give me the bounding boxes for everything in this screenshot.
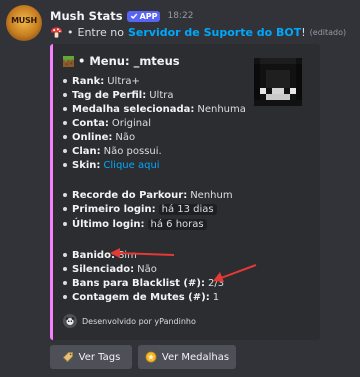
message-header: Mush Stats APP 18:22 <box>50 8 193 24</box>
line-key: Banido <box>72 249 111 261</box>
line-rank: Rank: Ultra+ <box>63 74 140 88</box>
line-value: Ultra+ <box>107 75 140 87</box>
bullet <box>63 222 67 226</box>
line-key: Silenciado <box>72 263 131 275</box>
bullet <box>63 121 67 125</box>
line-value: Não possui. <box>103 145 162 157</box>
line-key: Medalha selecionada <box>72 103 191 115</box>
mushroom-icon <box>50 26 63 38</box>
edited-label: (editado) <box>309 27 347 37</box>
panda-icon <box>65 317 75 325</box>
stats-embed: • Menu: _mteus Rank: Ultra+ Tag de Perfil… <box>50 44 320 340</box>
app-badge-label: APP <box>139 11 158 21</box>
line-bans-blacklist: Bans para Blacklist (#):2/3 <box>63 276 224 290</box>
line-value: Ultra <box>149 89 174 101</box>
bullet <box>63 149 67 153</box>
bullet <box>63 135 67 139</box>
line-value: 1 <box>212 291 220 303</box>
line-primeiro-login: Primeiro login: há 13 dias <box>63 202 217 216</box>
line-value-timestamp: há 6 horas <box>147 218 207 230</box>
avatar-logo-text: MUSH <box>11 16 37 25</box>
bullet <box>63 163 67 167</box>
line-key: Online <box>72 131 109 143</box>
verified-check-icon <box>130 13 137 20</box>
line-skin: Skin: Clique aqui <box>63 158 160 172</box>
app-badge: APP <box>126 10 161 22</box>
line-medalha: Medalha selecionada: Nenhuma <box>63 102 246 116</box>
ver-tags-button[interactable]: Ver Tags <box>50 345 132 369</box>
line-parkour: Recorde do Parkour: Nenhum <box>63 188 233 202</box>
line-value: Não <box>115 131 136 143</box>
bullet <box>63 253 67 257</box>
line-clan: Clan: Não possui. <box>63 144 162 158</box>
ver-medalhas-label: Ver Medalhas <box>161 351 230 363</box>
message-timestamp[interactable]: 18:22 <box>167 11 193 21</box>
message-content: • Entre no Servidor de Suporte do BOT ! … <box>50 24 346 40</box>
line-key: Bans para Blacklist (#) <box>72 277 201 289</box>
line-key: Rank <box>72 75 101 87</box>
bullet <box>63 267 67 271</box>
embed-title-text: Menu: _mteus <box>89 54 180 68</box>
line-online: Online: Não <box>63 130 135 144</box>
line-key: Clan <box>72 145 97 157</box>
arrow-bullet-icon: • <box>67 25 74 39</box>
bot-avatar[interactable]: MUSH <box>6 5 42 41</box>
bullet <box>63 295 67 299</box>
line-tag-perfil: Tag de Perfil: Ultra <box>63 88 174 102</box>
footer-text: Desenvolvido por yPandinho <box>82 316 196 326</box>
line-conta: Conta: Original <box>63 116 151 130</box>
line-ultimo-login: Último login: há 6 horas <box>63 217 207 231</box>
bullet <box>63 281 67 285</box>
skin-link[interactable]: Clique aqui <box>103 160 159 171</box>
line-value: Nenhum <box>190 189 233 201</box>
line-value: Nenhuma <box>197 103 246 115</box>
line-key: Recorde do Parkour <box>72 189 184 201</box>
embed-title: • Menu: _mteus <box>63 54 180 68</box>
grass-block-icon <box>63 55 74 67</box>
system-suffix: ! <box>301 25 306 39</box>
line-key: Tag de Perfil <box>72 89 143 101</box>
bullet <box>63 93 67 97</box>
line-key: Contagem de Mutes (#) <box>72 291 206 303</box>
bullet <box>63 207 67 211</box>
embed-footer: Desenvolvido por yPandinho <box>63 314 196 328</box>
line-key: Último login <box>72 218 141 230</box>
server-link[interactable]: Servidor de Suporte do BOT <box>128 26 301 39</box>
line-silenciado: Silenciado: Não <box>63 262 157 276</box>
system-prefix: Entre no <box>77 25 124 39</box>
ver-medalhas-button[interactable]: Ver Medalhas <box>138 345 236 369</box>
bullet <box>63 193 67 197</box>
line-value: Original <box>111 117 151 129</box>
tag-icon <box>62 352 73 363</box>
medal-icon <box>145 351 157 363</box>
bullet <box>63 79 67 83</box>
ver-tags-label: Ver Tags <box>78 351 121 363</box>
title-bullet: • <box>78 54 86 68</box>
footer-avatar-icon <box>63 314 77 328</box>
player-skin-thumbnail[interactable] <box>254 58 302 106</box>
line-key: Skin <box>72 159 97 171</box>
line-key: Conta <box>72 117 105 129</box>
line-contagem-mutes: Contagem de Mutes (#):1 <box>63 290 219 304</box>
bullet <box>63 107 67 111</box>
annotation-arrow-blacklist <box>213 264 257 282</box>
line-value: Não <box>137 263 157 275</box>
annotation-arrow-banido <box>110 248 175 258</box>
line-key: Primeiro login <box>72 203 152 215</box>
line-value-timestamp: há 13 dias <box>158 203 217 215</box>
bot-username[interactable]: Mush Stats <box>50 9 123 23</box>
